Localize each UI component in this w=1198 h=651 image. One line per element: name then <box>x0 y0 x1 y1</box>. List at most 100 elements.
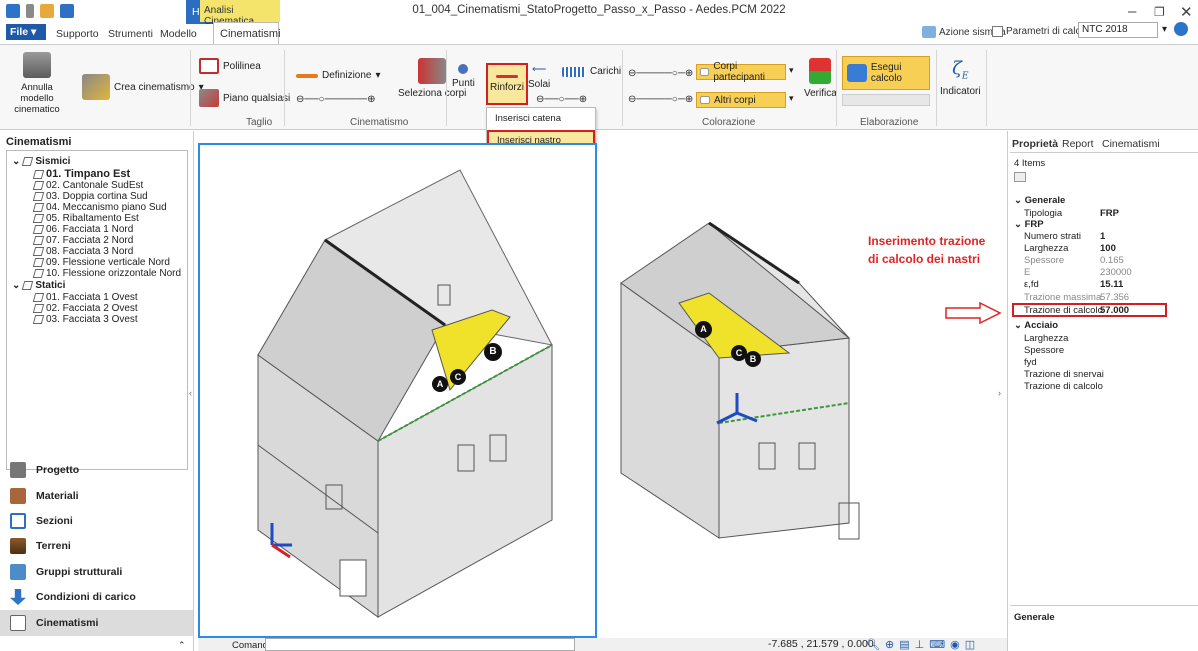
polilinea-button[interactable]: Polilinea <box>199 58 261 74</box>
tree-item[interactable]: 02. Cantonale SudEst <box>32 180 143 191</box>
marker-b-right: B <box>745 351 761 367</box>
viewport-3d-left[interactable] <box>198 143 597 638</box>
rinforzi-button[interactable]: Rinforzi <box>486 63 528 105</box>
camera-icon[interactable]: ◉ <box>950 638 960 651</box>
corpi-partecipanti-button[interactable]: Corpi partecipanti <box>696 61 786 83</box>
verifica-button[interactable]: Verifica <box>804 58 837 99</box>
tab-cinematismi[interactable]: Cinematismi <box>213 22 281 44</box>
tab-proprieta[interactable]: Proprietà <box>1012 138 1058 150</box>
slider-carichi[interactable]: ⊖──○──⊕ <box>536 94 587 105</box>
layout-icon[interactable]: ◫ <box>965 638 975 651</box>
nav-progetto[interactable]: Progetto <box>10 462 79 478</box>
zoom-window-icon[interactable]: ⊕ <box>885 638 894 651</box>
tree-item[interactable]: 02. Facciata 2 Ovest <box>32 303 138 314</box>
tipologia-value[interactable]: FRP <box>1100 208 1119 219</box>
menu-strumenti[interactable]: Strumenti <box>108 28 153 40</box>
building-model-left <box>257 169 553 618</box>
tree-item[interactable]: 03. Doppia cortina Sud <box>32 191 148 202</box>
tab-report[interactable]: Report <box>1062 138 1094 150</box>
nav-label: Gruppi strutturali <box>36 566 123 578</box>
efd-value[interactable]: 15.11 <box>1100 279 1123 290</box>
esegui-calcolo-button[interactable]: Esegui calcolo <box>842 56 930 90</box>
norm-select[interactable]: NTC 2018 <box>1078 22 1158 38</box>
nav-materiali[interactable]: Materiali <box>10 488 79 504</box>
tipologia-label: Tipologia <box>1024 208 1063 219</box>
prop-label: Numero strati <box>1024 231 1082 242</box>
viewport-3d-right[interactable] <box>599 143 1004 638</box>
close-button[interactable]: ✕ <box>1180 3 1193 21</box>
section-frp[interactable]: ⌄ FRP <box>1014 219 1044 230</box>
altri-corpi-label: Altri corpi <box>714 94 756 106</box>
mechanism-icon <box>32 214 45 223</box>
indicatori-button[interactable]: ζE Indicatori <box>940 58 981 97</box>
menu-supporto[interactable]: Supporto <box>56 28 99 40</box>
views-icon[interactable]: ▤ <box>899 638 909 651</box>
tree-item[interactable]: 08. Facciata 3 Nord <box>32 246 133 257</box>
minimize-button[interactable]: – <box>1128 3 1136 20</box>
menu-modello[interactable]: Modello <box>160 28 197 40</box>
axes-icon[interactable]: ⊥ <box>915 638 925 651</box>
tree-item[interactable]: 10. Flessione orizzontale Nord <box>32 268 181 279</box>
altri-corpi-button[interactable]: Altri corpi <box>696 92 786 108</box>
slider-colorazione-1[interactable]: ⊖─────○─⊕ <box>628 68 693 79</box>
chevron-down-icon[interactable]: ▾ <box>789 93 794 104</box>
piano-qualsiasi-button[interactable]: Piano qualsiasi <box>199 89 290 107</box>
larghezza-value[interactable]: 100 <box>1100 243 1116 254</box>
chevron-down-icon[interactable]: ▾ <box>789 65 794 76</box>
tree-node-statici[interactable]: ⌄ Statici <box>12 280 65 291</box>
slider-colorazione-2[interactable]: ⊖─────○─⊕ <box>628 94 693 105</box>
section-generale[interactable]: ⌄ Generale <box>1014 195 1065 206</box>
mechanism-icon <box>32 225 45 234</box>
definizione-button[interactable]: Definizione ▾ <box>296 70 381 81</box>
tree-node-sismici[interactable]: ⌄ Sismici <box>12 156 70 167</box>
prop-label: E <box>1024 267 1031 278</box>
crea-cinematismo-button[interactable]: Crea cinematismo ▾ <box>82 74 204 100</box>
chevron-down-icon[interactable]: ▾ <box>1162 24 1167 35</box>
tree-item[interactable]: 06. Facciata 1 Nord <box>32 224 133 235</box>
progress-bar <box>842 94 930 106</box>
chevron-icon[interactable]: ⌃ <box>178 640 186 651</box>
tree-item-label: 03. Doppia cortina Sud <box>46 191 148 202</box>
annulla-label: Annulla modello cinematico <box>14 82 60 115</box>
tree-item[interactable]: 09. Flessione verticale Nord <box>32 257 170 268</box>
solai-button[interactable]: ⟵ Solai <box>528 64 550 90</box>
grid-icon[interactable] <box>1014 172 1026 182</box>
carichi-button[interactable]: Carichi <box>562 66 621 77</box>
section-acciaio[interactable]: ⌄ Acciaio <box>1014 320 1058 331</box>
mechanism-icon <box>32 181 45 190</box>
command-input[interactable] <box>265 638 575 651</box>
footer-generale: Generale <box>1014 612 1055 623</box>
tree-item[interactable]: 05. Ribaltamento Est <box>32 213 139 224</box>
collapse-left-icon[interactable]: ‹ <box>189 388 192 398</box>
tree-item[interactable]: 01. Facciata 1 Ovest <box>32 292 138 303</box>
nav-sezioni[interactable]: Sezioni <box>10 513 73 529</box>
prop-label: fyd <box>1024 357 1037 368</box>
punti-button[interactable]: Punti <box>452 64 475 89</box>
tree-item[interactable]: 03. Facciata 3 Ovest <box>32 314 138 325</box>
file-menu-button[interactable]: File ▾ <box>6 24 46 40</box>
numero-strati-value[interactable]: 1 <box>1100 231 1105 242</box>
trazione-calcolo-value[interactable]: 57.000 <box>1100 305 1129 316</box>
keyboard-icon[interactable]: ⌨ <box>929 638 945 651</box>
annotation-arrow-icon <box>945 302 1002 324</box>
annulla-modello-button[interactable]: Annulla modello cinematico <box>8 52 66 115</box>
tree-item[interactable]: 07. Facciata 2 Nord <box>32 235 133 246</box>
inserisci-catena-item[interactable]: Inserisci catena <box>487 110 595 128</box>
slider-cinematismo[interactable]: ⊖──○──────⊕ <box>296 94 375 105</box>
nav-gruppi-strutturali[interactable]: Gruppi strutturali <box>10 564 122 580</box>
nav-condizioni-carico[interactable]: Condizioni di carico <box>10 589 136 605</box>
tree-item-label: 05. Ribaltamento Est <box>46 213 139 224</box>
zoom-icon[interactable]: 🔍︎ <box>866 638 880 651</box>
restore-button[interactable]: ❐ <box>1154 5 1165 19</box>
tab-cinematismi-panel[interactable]: Cinematismi <box>1102 138 1160 150</box>
nav-label: Materiali <box>36 490 79 502</box>
nav-terreni[interactable]: Terreni <box>10 538 71 554</box>
collapse-right-icon[interactable]: › <box>998 388 1001 398</box>
tree-item[interactable]: 04. Meccanismo piano Sud <box>32 202 167 213</box>
tree-item[interactable]: 01. Timpano Est <box>32 168 130 180</box>
punti-label: Punti <box>452 78 475 89</box>
help-icon[interactable] <box>1174 22 1188 36</box>
nav-cinematismi[interactable]: Cinematismi <box>0 610 193 636</box>
divider <box>622 50 623 126</box>
prop-label: Trazione di calcolo <box>1024 381 1103 392</box>
